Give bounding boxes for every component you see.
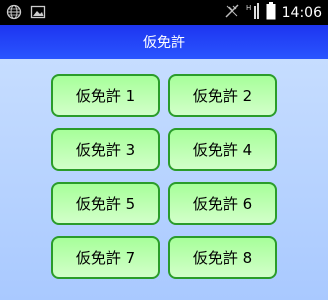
- image-icon: [30, 4, 46, 24]
- quiz-button-3[interactable]: 仮免許 3: [51, 128, 160, 171]
- page-title: 仮免許: [143, 35, 185, 51]
- button-grid: 仮免許 1 仮免許 2 仮免許 3 仮免許 4 仮免許 5 仮免許 6 仮免許 …: [51, 74, 277, 279]
- quiz-button-4[interactable]: 仮免許 4: [168, 128, 277, 171]
- status-bar: H 14:06: [0, 0, 328, 25]
- main-content: 仮免許 1 仮免許 2 仮免許 3 仮免許 4 仮免許 5 仮免許 6 仮免許 …: [0, 59, 328, 300]
- signal-off-icon: [224, 3, 240, 23]
- svg-text:H: H: [246, 4, 251, 12]
- quiz-button-1[interactable]: 仮免許 1: [51, 74, 160, 117]
- quiz-button-7[interactable]: 仮免許 7: [51, 236, 160, 279]
- quiz-button-2[interactable]: 仮免許 2: [168, 74, 277, 117]
- clock: 14:06: [281, 5, 322, 21]
- globe-icon: [6, 4, 22, 24]
- quiz-button-5[interactable]: 仮免許 5: [51, 182, 160, 225]
- quiz-button-6[interactable]: 仮免許 6: [168, 182, 277, 225]
- app-bar: 仮免許: [0, 25, 328, 59]
- network-icon: H: [246, 2, 260, 24]
- battery-icon: [266, 2, 276, 24]
- quiz-button-8[interactable]: 仮免許 8: [168, 236, 277, 279]
